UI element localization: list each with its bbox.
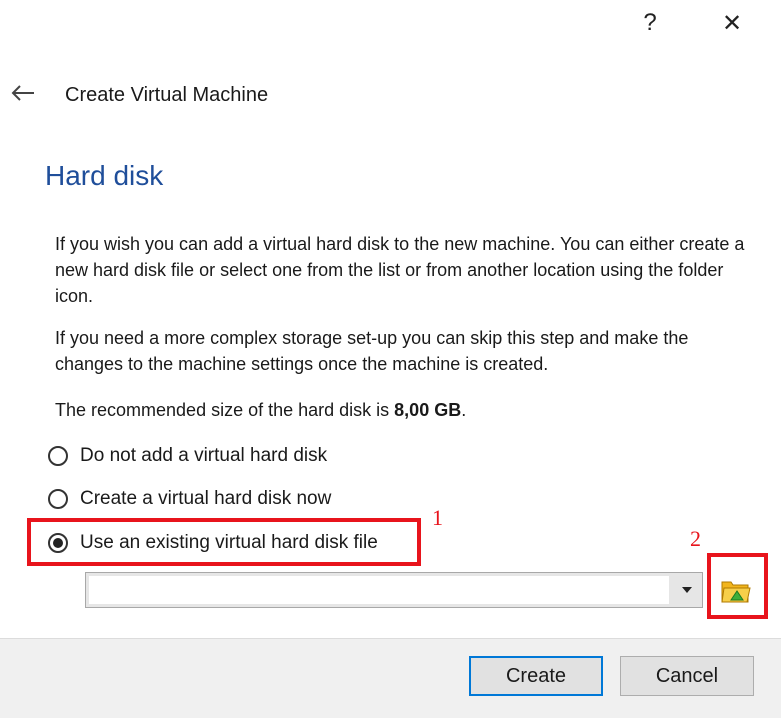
highlight-box-1 bbox=[27, 518, 421, 566]
storage-paragraph: If you need a more complex storage set-u… bbox=[55, 328, 689, 374]
chevron-down-icon bbox=[682, 587, 692, 593]
radio-label: Create a virtual hard disk now bbox=[80, 488, 332, 509]
annotation-number-2: 2 bbox=[690, 526, 701, 551]
cancel-button[interactable]: Cancel bbox=[620, 656, 754, 696]
choose-disk-file-button[interactable] bbox=[715, 571, 757, 611]
wizard-title: Create Virtual Machine bbox=[65, 84, 269, 106]
annotation-number-1: 1 bbox=[432, 505, 443, 530]
disk-file-combobox[interactable] bbox=[85, 572, 703, 608]
combo-dropdown-button[interactable] bbox=[672, 573, 702, 607]
create-button[interactable]: Create bbox=[469, 656, 603, 696]
radio-no-hard-disk[interactable]: Do not add a virtual hard disk bbox=[48, 441, 327, 471]
help-button[interactable]: ? bbox=[630, 6, 670, 40]
radio-create-hard-disk[interactable]: Create a virtual hard disk now bbox=[48, 484, 331, 514]
radio-button[interactable] bbox=[48, 446, 68, 466]
radio-label: Do not add a virtual hard disk bbox=[80, 445, 328, 466]
disk-file-field[interactable] bbox=[89, 576, 669, 604]
recommended-size-value: 8,00 GB bbox=[394, 400, 462, 420]
recommended-size-suffix: . bbox=[461, 400, 467, 420]
close-button[interactable]: ✕ bbox=[712, 6, 752, 40]
intro-paragraph: If you wish you can add a virtual hard d… bbox=[55, 234, 745, 306]
recommended-size-text: The recommended size of the hard disk is… bbox=[55, 397, 745, 423]
radio-button[interactable] bbox=[48, 489, 68, 509]
back-arrow-icon bbox=[11, 85, 34, 101]
back-button[interactable] bbox=[8, 78, 38, 108]
page-heading: Hard disk bbox=[45, 160, 164, 191]
recommended-size-prefix: The recommended size of the hard disk is bbox=[55, 400, 395, 420]
folder-open-icon bbox=[721, 581, 751, 603]
